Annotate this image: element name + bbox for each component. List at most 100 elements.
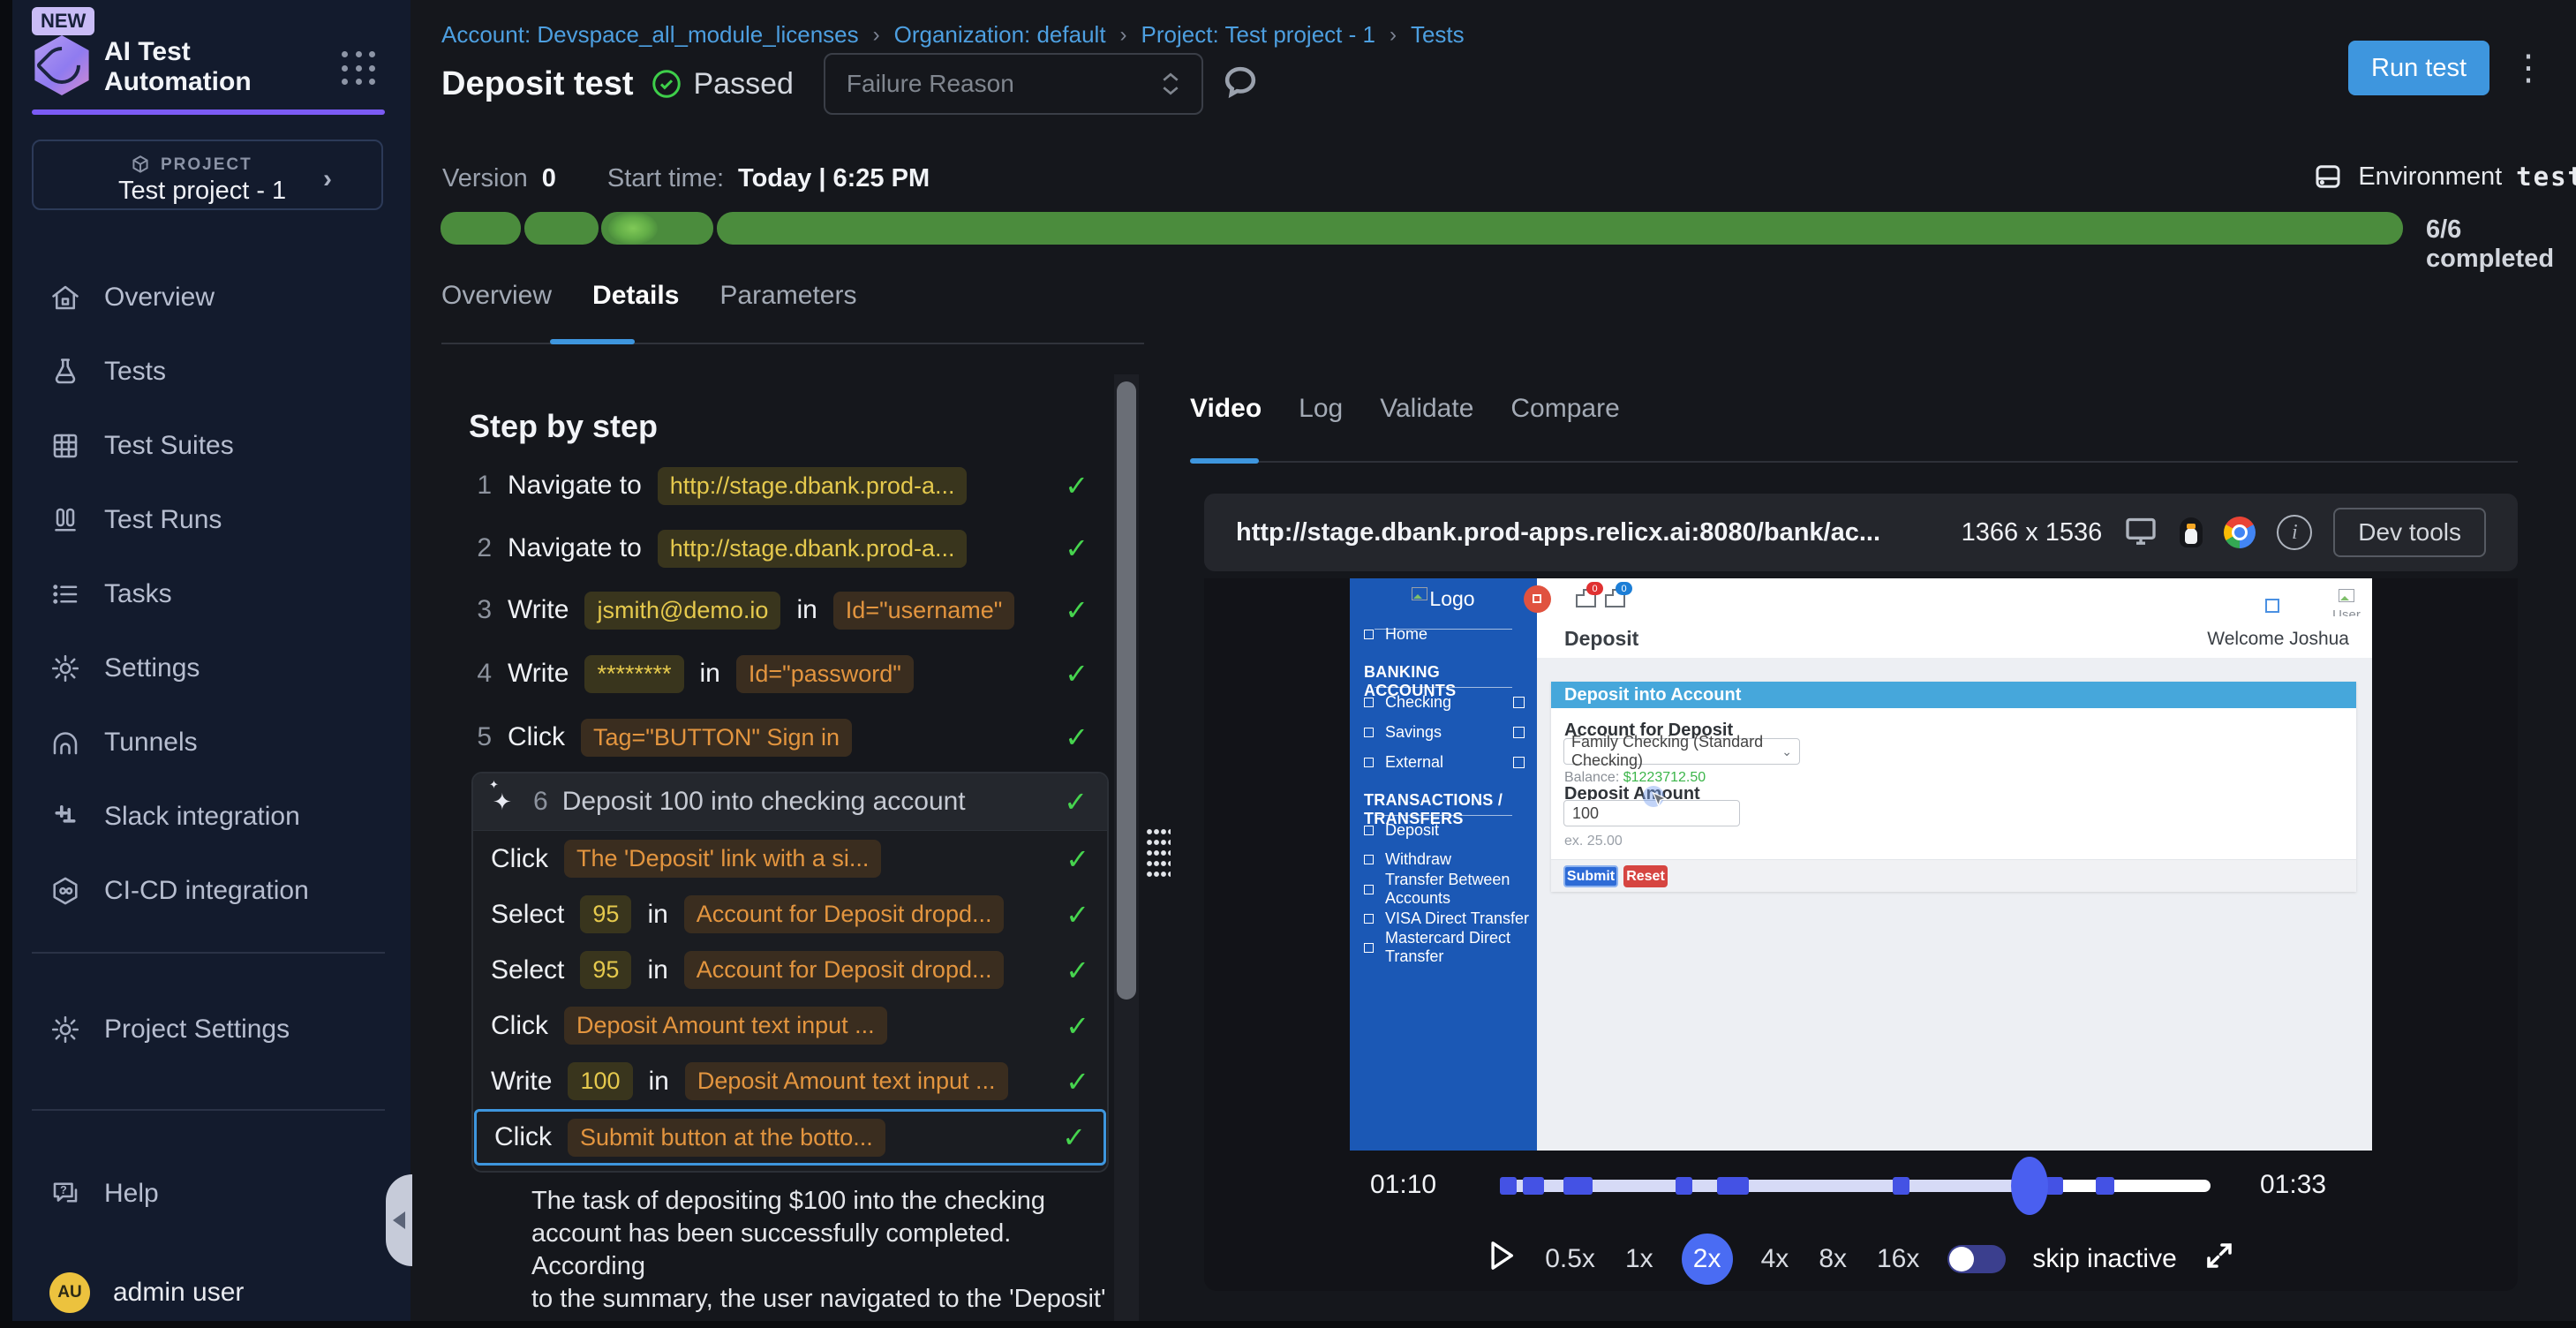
sidebar-item-test-suites[interactable]: Test Suites <box>49 425 234 467</box>
substep-row-5[interactable]: Write 100 in Deposit Amount text input .… <box>473 1053 1107 1109</box>
account-select[interactable]: Family Checking (Standard Checking) ⌄ <box>1563 738 1800 765</box>
bank-nav-external[interactable]: External <box>1350 749 1537 775</box>
progress-segment[interactable] <box>717 212 2403 245</box>
sidebar-item-slack-integration[interactable]: Slack integration <box>49 796 300 838</box>
step-selector-chip[interactable]: Id="password" <box>736 655 914 693</box>
bank-nav-mastercard[interactable]: Mastercard Direct Transfer <box>1350 934 1537 961</box>
page-url[interactable]: http://stage.dbank.prod-apps.relicx.ai:8… <box>1236 518 1880 547</box>
timeline-marker[interactable] <box>1500 1177 1517 1195</box>
sidebar-item-help[interactable]: ? Help <box>49 1173 159 1215</box>
video-timeline[interactable] <box>1500 1180 2211 1192</box>
step-selector-chip[interactable]: The 'Deposit' link with a si... <box>564 840 881 878</box>
run-test-button[interactable]: Run test <box>2348 41 2489 95</box>
window-icon[interactable]: 0 <box>1605 589 1625 607</box>
step-selector-chip[interactable]: Tag="BUTTON" Sign in <box>581 719 852 757</box>
progress-segment[interactable] <box>441 212 521 245</box>
scrollbar-thumb[interactable] <box>1117 381 1136 1000</box>
sidebar-item-project-settings[interactable]: Project Settings <box>49 1008 290 1051</box>
sidebar-item-overview[interactable]: Overview <box>49 276 215 319</box>
step-selector-chip[interactable]: Deposit Amount text input ... <box>685 1062 1008 1100</box>
step-selector-chip[interactable]: Submit button at the botto... <box>568 1119 885 1157</box>
substep-row-4[interactable]: Click Deposit Amount text input ... ✓ <box>473 998 1107 1053</box>
speed-2x-active[interactable]: 2x <box>1682 1234 1733 1285</box>
timeline-marker[interactable] <box>1523 1177 1544 1195</box>
tab-overview[interactable]: Overview <box>441 281 552 311</box>
steps-scrollbar[interactable] <box>1114 374 1139 1321</box>
sidebar-item-test-runs[interactable]: Test Runs <box>49 499 222 541</box>
progress-segment[interactable] <box>524 212 599 245</box>
comment-icon[interactable] <box>1221 64 1260 105</box>
step-value-chip[interactable]: http://stage.dbank.prod-a... <box>658 530 968 568</box>
step-selector-chip[interactable]: Deposit Amount text input ... <box>564 1007 887 1045</box>
app-switcher-icon[interactable] <box>342 51 377 87</box>
tab-details[interactable]: Details <box>592 281 679 311</box>
speed-4x[interactable]: 4x <box>1759 1241 1791 1278</box>
tab-log[interactable]: Log <box>1299 394 1343 424</box>
more-menu-icon[interactable]: ⋮ <box>2511 46 2546 90</box>
bank-nav-visa[interactable]: VISA Direct Transfer <box>1350 905 1537 932</box>
step-value-chip[interactable]: http://stage.dbank.prod-a... <box>658 467 968 505</box>
progress-segment[interactable] <box>601 212 713 245</box>
step-row-1[interactable]: 1 Navigate to http://stage.dbank.prod-a.… <box>471 464 1088 508</box>
speed-1x[interactable]: 1x <box>1623 1241 1655 1278</box>
window-icon[interactable]: 0 <box>1576 589 1596 607</box>
checkbox-icon[interactable] <box>2265 599 2279 613</box>
project-selector[interactable]: PROJECT Test project - 1 › <box>32 140 383 210</box>
skip-inactive-toggle[interactable] <box>1947 1245 2006 1273</box>
tab-video[interactable]: Video <box>1190 394 1262 424</box>
substep-row-3[interactable]: Select 95 in Account for Deposit dropd..… <box>473 942 1107 998</box>
breadcrumb-tests[interactable]: Tests <box>1411 21 1465 49</box>
bank-nav-home[interactable]: Home <box>1350 621 1537 647</box>
breadcrumb-account[interactable]: Account: Devspace_all_module_licenses <box>441 21 859 49</box>
substep-row-1[interactable]: Click The 'Deposit' link with a si... ✓ <box>473 831 1107 887</box>
play-button[interactable] <box>1487 1239 1517 1279</box>
app-logo-icon[interactable] <box>32 35 92 95</box>
bank-nav-withdraw[interactable]: Withdraw <box>1350 846 1537 872</box>
step-row-2[interactable]: 2 Navigate to http://stage.dbank.prod-a.… <box>471 526 1088 570</box>
speed-8x[interactable]: 8x <box>1817 1241 1849 1278</box>
sidebar-item-cicd-integration[interactable]: CI-CD integration <box>49 870 309 912</box>
timeline-marker[interactable] <box>2045 1177 2062 1195</box>
breadcrumb-organization[interactable]: Organization: default <box>894 21 1106 49</box>
sidebar-collapse-button[interactable] <box>386 1174 412 1266</box>
failure-reason-select[interactable]: Failure Reason <box>824 53 1203 115</box>
step-row-3[interactable]: 3 Write jsmith@demo.io in Id="username" … <box>471 588 1088 632</box>
sidebar-item-settings[interactable]: Settings <box>49 647 200 690</box>
submit-button[interactable]: Submit <box>1563 865 1618 887</box>
step-value-chip[interactable]: jsmith@demo.io <box>584 592 780 630</box>
substep-row-2[interactable]: Select 95 in Account for Deposit dropd..… <box>473 887 1107 942</box>
info-icon[interactable]: i <box>2277 515 2312 550</box>
user-menu[interactable]: AU admin user <box>49 1271 244 1314</box>
timeline-marker[interactable] <box>1717 1177 1748 1195</box>
tab-compare[interactable]: Compare <box>1510 394 1619 424</box>
devtools-button[interactable]: Dev tools <box>2333 508 2486 557</box>
step-group-header[interactable]: ✦ 6 Deposit 100 into checking account ✓ <box>473 773 1107 831</box>
bank-nav-deposit[interactable]: Deposit <box>1350 817 1537 843</box>
bank-nav-transfer[interactable]: Transfer Between Accounts <box>1350 876 1537 902</box>
step-selector-chip[interactable]: Account for Deposit dropd... <box>684 951 1005 989</box>
bank-nav-checking[interactable]: Checking <box>1350 689 1537 715</box>
step-value-chip[interactable]: 100 <box>568 1062 632 1100</box>
timeline-marker[interactable] <box>2096 1177 2114 1195</box>
sidebar-item-tests[interactable]: Tests <box>49 351 166 393</box>
timeline-thumb[interactable] <box>2011 1157 2048 1215</box>
step-row-4[interactable]: 4 Write ******** in Id="password" ✓ <box>471 652 1088 696</box>
timeline-marker[interactable] <box>1563 1177 1592 1195</box>
step-value-chip[interactable]: ******** <box>584 655 683 693</box>
reset-button[interactable]: Reset <box>1623 865 1668 887</box>
speed-0-5x[interactable]: 0.5x <box>1543 1241 1597 1278</box>
step-value-chip[interactable]: 95 <box>580 895 631 933</box>
speed-16x[interactable]: 16x <box>1875 1241 1921 1278</box>
breadcrumb-project[interactable]: Project: Test project - 1 <box>1141 21 1375 49</box>
timeline-marker[interactable] <box>1893 1177 1909 1195</box>
pane-resize-handle[interactable] <box>1146 826 1171 878</box>
sidebar-item-tunnels[interactable]: Tunnels <box>49 721 198 764</box>
bank-nav-savings[interactable]: Savings <box>1350 719 1537 745</box>
step-selector-chip[interactable]: Account for Deposit dropd... <box>684 895 1005 933</box>
tab-parameters[interactable]: Parameters <box>719 281 856 311</box>
timeline-marker[interactable] <box>1676 1177 1692 1195</box>
step-value-chip[interactable]: 95 <box>580 951 631 989</box>
tab-validate[interactable]: Validate <box>1380 394 1473 424</box>
fullscreen-icon[interactable] <box>2203 1240 2235 1279</box>
step-selector-chip[interactable]: Id="username" <box>833 592 1015 630</box>
